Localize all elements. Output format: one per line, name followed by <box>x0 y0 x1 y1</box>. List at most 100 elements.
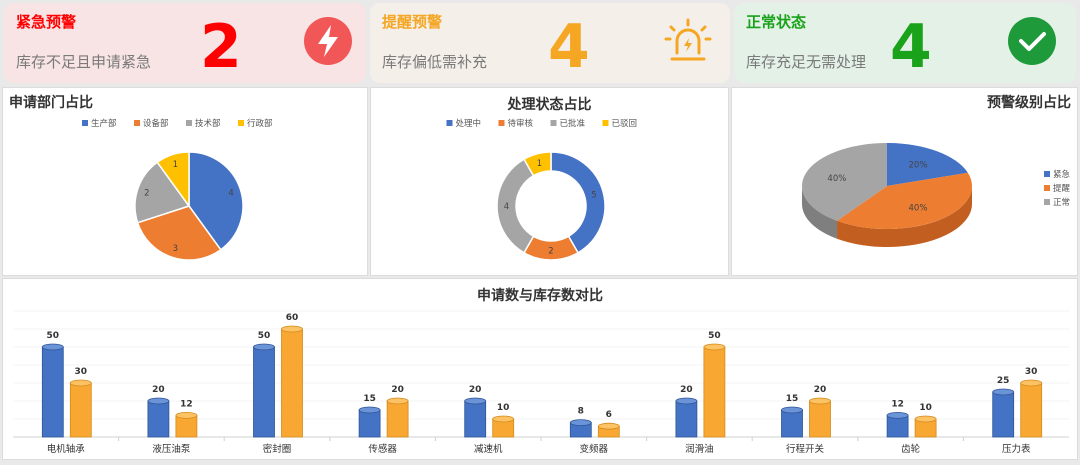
category-label: 减速机 <box>474 443 503 455</box>
bar <box>781 409 803 438</box>
bar-top <box>386 397 409 405</box>
bar <box>147 400 170 438</box>
chart-title: 申请数与库存数对比 <box>477 288 603 304</box>
bar-top <box>492 415 515 423</box>
bar <box>253 346 275 438</box>
bar-value-label: 12 <box>891 399 904 409</box>
slice-value-label: 40% <box>827 174 846 184</box>
bar-top <box>358 406 381 414</box>
bar-top <box>809 397 831 405</box>
panel-status-donut: 处理状态占比 处理中 待审核 已批准 已驳回 5 2 4 1 <box>370 87 729 276</box>
bar <box>281 328 303 438</box>
bar-value-label: 15 <box>363 394 376 404</box>
legend-label: 技术部 <box>195 118 221 129</box>
legend-swatch <box>1044 199 1050 205</box>
alert-level-3d-pie-chart: 20% 40% 40% 紧急提醒正常 <box>802 143 1071 247</box>
bar-value-label: 25 <box>997 376 1010 386</box>
slice-value-label: 2 <box>144 188 149 198</box>
alert-count: 2 <box>200 12 242 82</box>
slice-value-label: 3 <box>173 244 178 254</box>
slice-value-label: 4 <box>504 202 509 212</box>
bar-value-label: 20 <box>391 385 404 395</box>
legend-label: 已批准 <box>560 118 586 129</box>
legend-swatch <box>498 120 505 126</box>
bar-value-label: 20 <box>469 385 482 395</box>
bar-top <box>175 411 198 419</box>
legend-swatch <box>602 120 609 126</box>
category-label: 压力表 <box>1002 443 1031 455</box>
pie-slice <box>496 158 535 254</box>
alert-card-reminder: 提醒预警 库存偏低需补充 4 <box>370 3 730 83</box>
bar-value-label: 20 <box>152 385 165 395</box>
alert-desc: 库存偏低需补充 <box>382 53 488 71</box>
bar-top <box>914 415 937 423</box>
category-label: 密封圈 <box>263 443 292 455</box>
bar-top <box>781 406 803 414</box>
bar-top <box>253 343 275 351</box>
chart-title: 处理状态占比 <box>507 97 592 113</box>
bar-top <box>569 419 592 427</box>
comparison-bar-chart: 50 30 电机轴承 20 12 液压油泵 50 60 密封圈 15 20 传感器 20 10 减速机 8 6 变… <box>13 310 1069 455</box>
chart-title: 申请部门占比 <box>9 95 93 111</box>
bar-value-label: 50 <box>47 331 60 341</box>
category-label: 电机轴承 <box>47 443 86 455</box>
bar-value-label: 60 <box>286 313 299 323</box>
alert-count: 4 <box>548 12 590 82</box>
bar <box>464 400 487 438</box>
bar-top <box>597 422 620 430</box>
bar-value-label: 50 <box>708 331 721 341</box>
legend-swatch <box>550 120 557 126</box>
slice-value-label: 1 <box>537 159 542 169</box>
bar <box>69 382 92 438</box>
slice-value-label: 5 <box>591 190 596 200</box>
lightning-bolt-icon <box>304 17 352 65</box>
bar <box>358 409 381 438</box>
chart-title: 预警级别占比 <box>987 95 1071 111</box>
category-label: 行程开关 <box>786 443 825 455</box>
bar-top <box>69 379 92 387</box>
bar-value-label: 15 <box>786 394 799 404</box>
slice-value-label: 20% <box>909 160 928 170</box>
bar-top <box>886 411 909 419</box>
bar-top <box>1020 379 1043 387</box>
slice-value-label: 2 <box>548 247 553 257</box>
bar-value-label: 50 <box>258 331 271 341</box>
bar-top <box>281 325 303 333</box>
bar-value-label: 6 <box>606 410 612 420</box>
category-label: 液压油泵 <box>152 443 191 455</box>
bar-value-label: 10 <box>919 403 932 413</box>
legend-label: 待审核 <box>508 118 534 129</box>
alert-title: 提醒预警 <box>382 13 443 31</box>
legend-label: 行政部 <box>247 118 273 129</box>
bar-top <box>703 343 726 351</box>
bar <box>1020 382 1043 438</box>
slice-value-label: 1 <box>173 160 178 170</box>
legend-swatch <box>1044 171 1050 177</box>
bar <box>675 400 698 438</box>
legend-label: 生产部 <box>91 118 117 129</box>
legend-swatch <box>446 120 453 126</box>
legend-swatch <box>82 120 88 126</box>
legend-label: 紧急 <box>1053 169 1071 180</box>
legend-label: 正常 <box>1053 197 1070 208</box>
bar-value-label: 12 <box>180 399 193 409</box>
legend-label: 提醒 <box>1053 183 1071 194</box>
bar-value-label: 20 <box>814 385 827 395</box>
bar-value-label: 20 <box>680 385 693 395</box>
legend-swatch <box>1044 185 1050 191</box>
bar-value-label: 10 <box>497 403 510 413</box>
alert-title: 紧急预警 <box>16 13 77 31</box>
pie-slice <box>550 151 606 254</box>
legend-swatch <box>238 120 244 126</box>
alert-title: 正常状态 <box>746 13 807 31</box>
slice-value-label: 40% <box>909 204 928 214</box>
department-pie-chart: 生产部 设备部 技术部 行政部 4 3 2 1 <box>82 118 273 261</box>
alert-desc: 库存充足无需处理 <box>746 53 867 71</box>
bar-top <box>675 397 698 405</box>
bar-value-label: 8 <box>578 407 584 417</box>
status-donut-chart: 处理中 待审核 已批准 已驳回 5 2 4 1 <box>446 118 637 261</box>
bar <box>992 391 1015 438</box>
alert-card-urgent: 紧急预警 库存不足且申请紧急 2 <box>4 3 366 83</box>
legend-swatch <box>134 120 140 126</box>
panel-department-pie: 申请部门占比 生产部 设备部 技术部 行政部 4 3 2 1 <box>2 87 368 276</box>
